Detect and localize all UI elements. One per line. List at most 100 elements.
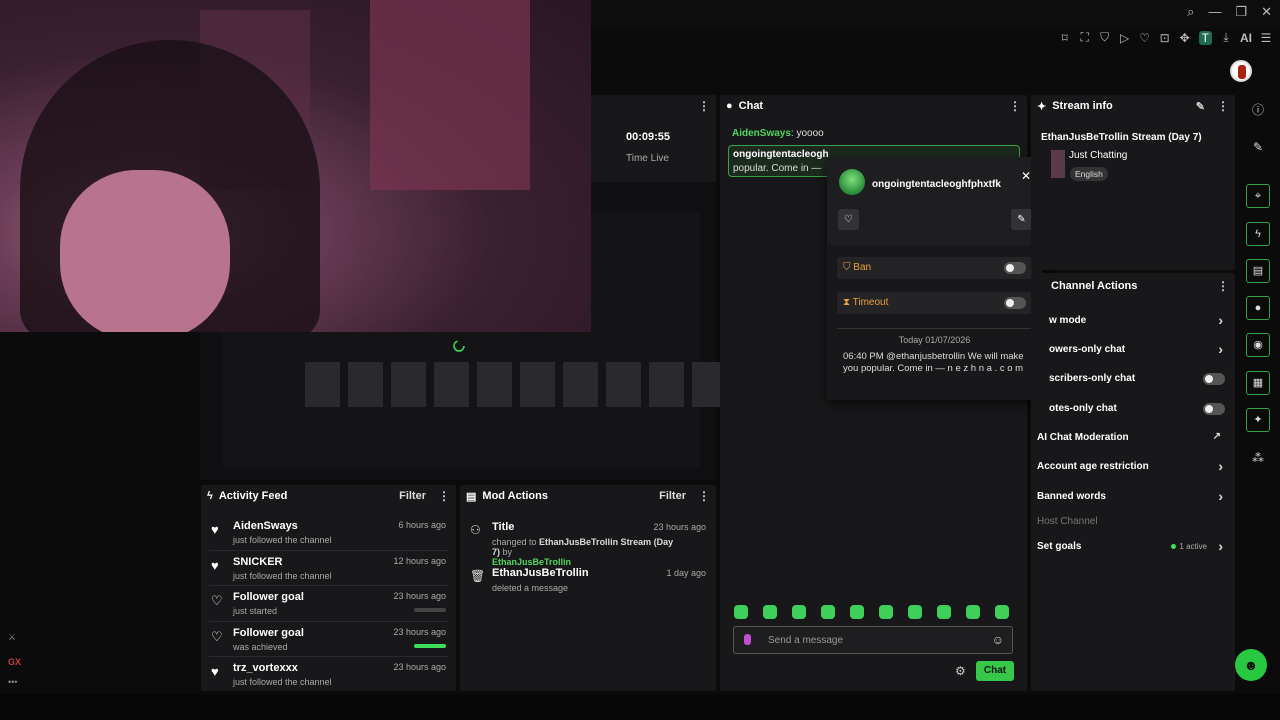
heart-icon[interactable]: ♡: [1139, 31, 1151, 45]
chat-input[interactable]: Send a message ☺: [733, 626, 1013, 654]
close-icon[interactable]: ✕: [1261, 4, 1272, 20]
heart-outline-icon: ♡: [211, 628, 223, 644]
mic-off-icon[interactable]: ✎: [1011, 209, 1032, 230]
close-icon[interactable]: ✕: [1021, 169, 1031, 183]
feed-item[interactable]: ♡ Follower goal just started 23 hours ag…: [209, 586, 448, 622]
emote-icon[interactable]: [734, 605, 748, 619]
more-icon[interactable]: ⋮: [1217, 99, 1229, 113]
emotes-only-toggle[interactable]: [1203, 403, 1225, 415]
minimize-icon[interactable]: —: [1208, 4, 1221, 20]
emote-icon[interactable]: [908, 605, 922, 619]
gx-label[interactable]: GX: [8, 657, 21, 667]
mod-actions-panel: ▤ Mod Actions Filter ⋮ ⚇ Title 23 hours …: [460, 485, 716, 691]
wrench-icon[interactable]: ✦: [1246, 408, 1270, 432]
play-icon[interactable]: ▷: [1119, 31, 1131, 45]
chat-send-button[interactable]: Chat: [976, 661, 1014, 681]
clipboard-icon[interactable]: ▤: [1246, 259, 1270, 283]
timeout-toggle[interactable]: [1004, 297, 1026, 309]
emote-icon[interactable]: [821, 605, 835, 619]
chevron-right-icon: ›: [1218, 538, 1223, 554]
divider: [837, 328, 1032, 329]
emote-icon[interactable]: [995, 605, 1009, 619]
pin-icon[interactable]: ⚔: [8, 632, 16, 643]
pencil-icon[interactable]: ✎: [1246, 135, 1270, 159]
lock-icon[interactable]: ⊡: [1159, 31, 1171, 45]
emote-bar: [734, 605, 1009, 619]
add-widget-icon[interactable]: ⁂: [1246, 446, 1270, 470]
feed-item[interactable]: ♡ Follower goal was achieved 23 hours ag…: [209, 622, 448, 657]
emote-icon[interactable]: [763, 605, 777, 619]
chat-bubble-icon: ●: [726, 100, 733, 112]
bookmark-icon[interactable]: ⌑: [1059, 31, 1071, 45]
timeout-row[interactable]: ⧗ Timeout: [837, 292, 1032, 314]
heart-filled-icon: ♥: [211, 557, 219, 573]
download-icon[interactable]: ⤓: [1220, 30, 1232, 45]
activity-feed-panel: ϟ Activity Feed Filter ⋮ ♥ AidenSways ju…: [201, 485, 456, 691]
ai-moderation-row[interactable]: AI Chat Moderation ↗: [1037, 428, 1229, 448]
stream-info-panel: ✦ Stream info ✎ ⋮ EthanJusBeTrollin Stre…: [1031, 95, 1235, 270]
menu-icon[interactable]: ☰: [1260, 31, 1272, 45]
mod-actions-title: Mod Actions: [482, 490, 548, 502]
feed-item[interactable]: ♥ AidenSways just followed the channel 6…: [209, 515, 448, 551]
heart-outline-icon: ♡: [211, 593, 223, 608]
more-icon[interactable]: ⋮: [1217, 279, 1229, 293]
puzzle-icon[interactable]: ✥: [1179, 31, 1191, 45]
emote-icon[interactable]: [879, 605, 893, 619]
search-icon[interactable]: ⌕: [1187, 4, 1194, 20]
more-dots-icon[interactable]: •••: [8, 677, 17, 687]
chat-message[interactable]: AidenSways: yoooo: [732, 128, 824, 139]
emoji-icon[interactable]: ☺: [992, 633, 1004, 647]
category-thumbnail: [1051, 150, 1065, 178]
info-icon[interactable]: ⓘ: [1246, 98, 1270, 122]
emote-icon[interactable]: [850, 605, 864, 619]
emotes-only-row[interactable]: otes-only chat: [1049, 399, 1229, 419]
heart-outline-icon[interactable]: ♡: [838, 209, 859, 230]
crop-icon[interactable]: ⛶: [1079, 30, 1091, 45]
camera-icon[interactable]: ⌖: [1246, 184, 1270, 208]
more-icon[interactable]: ⋮: [438, 489, 450, 503]
profile-t-icon[interactable]: T: [1198, 30, 1212, 45]
pencil-icon[interactable]: ✎: [1196, 100, 1205, 113]
ai-icon[interactable]: AI: [1240, 31, 1252, 45]
slow-mode-row[interactable]: w mode ›: [1049, 311, 1229, 331]
mod-filter-button[interactable]: Filter: [659, 490, 686, 502]
popup-username: ongoingtentacleoghfphxtfk: [872, 179, 1001, 190]
language-tag[interactable]: English: [1070, 167, 1108, 181]
ban-row[interactable]: ⛉ Ban: [837, 257, 1032, 279]
ban-toggle[interactable]: [1004, 262, 1026, 274]
feed-item[interactable]: ♥ trz_vortexxx just followed the channel…: [209, 657, 448, 693]
help-icon[interactable]: ☻: [1235, 649, 1267, 681]
restore-icon[interactable]: ❐: [1235, 4, 1247, 20]
loading-spinner-icon: [453, 340, 465, 352]
set-goals-row[interactable]: Set goals 1 active ›: [1037, 537, 1229, 557]
more-icon[interactable]: ⋮: [1009, 99, 1021, 113]
popup-message: 06:40 PM @ethanjusbetrollin We will make…: [843, 351, 1024, 374]
followers-only-row[interactable]: owers-only chat ›: [1049, 340, 1229, 360]
user-avatar[interactable]: [1230, 60, 1252, 82]
account-age-row[interactable]: Account age restriction ›: [1037, 457, 1229, 477]
microphone-icon[interactable]: [744, 634, 751, 645]
subscribers-only-row[interactable]: scribers-only chat: [1049, 369, 1229, 389]
mod-action-item[interactable]: 🗑 EthanJusBeTrollin 1 day ago deleted a …: [468, 565, 708, 595]
activity-filter-button[interactable]: Filter: [399, 490, 426, 502]
banned-words-row[interactable]: Banned words ›: [1037, 487, 1229, 507]
chevron-right-icon: ›: [1218, 312, 1223, 328]
heart-filled-icon: ♥: [211, 664, 219, 679]
emote-icon[interactable]: [792, 605, 806, 619]
gear-icon[interactable]: ⚙: [955, 664, 966, 678]
feed-item[interactable]: ♥ SNICKER just followed the channel 12 h…: [209, 551, 448, 586]
bolt-icon[interactable]: ϟ: [1246, 222, 1270, 246]
external-link-icon: ↗: [1212, 431, 1221, 442]
channel-actions-panel: Channel Actions ⋮ w mode › owers-only cha…: [1031, 273, 1235, 691]
chat-bubble-icon[interactable]: ●: [1246, 296, 1270, 320]
emote-icon[interactable]: [966, 605, 980, 619]
preview-thumbnails: [305, 362, 727, 407]
layout-icon[interactable]: ▦: [1246, 371, 1270, 395]
broadcast-icon[interactable]: ◉: [1246, 333, 1270, 357]
more-icon[interactable]: ⋮: [698, 99, 710, 113]
subscribers-only-toggle[interactable]: [1203, 373, 1225, 385]
emote-icon[interactable]: [937, 605, 951, 619]
more-icon[interactable]: ⋮: [698, 489, 710, 503]
shield-icon[interactable]: ⛉: [1099, 30, 1111, 45]
mod-action-item[interactable]: ⚇ Title 23 hours ago changed to EthanJus…: [468, 519, 708, 567]
